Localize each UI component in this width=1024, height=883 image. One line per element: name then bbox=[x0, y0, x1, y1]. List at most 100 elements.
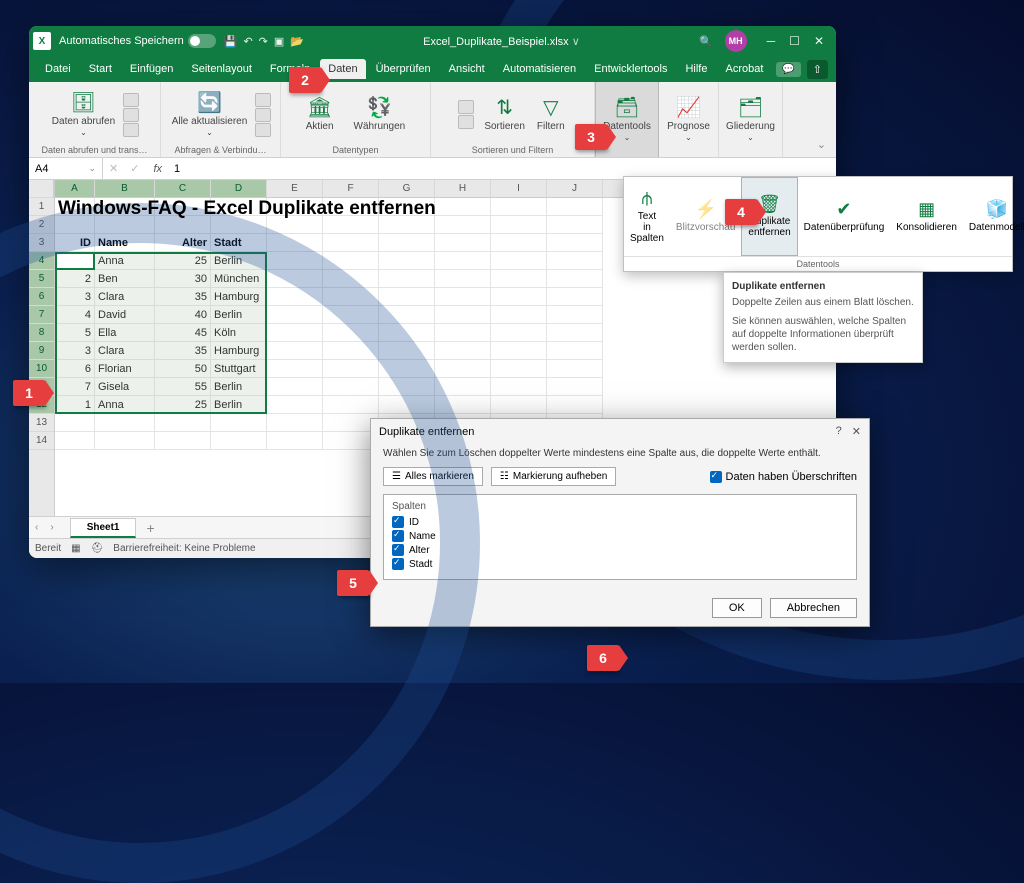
cell[interactable] bbox=[435, 324, 491, 342]
cell[interactable]: 40 bbox=[155, 306, 211, 324]
cell[interactable] bbox=[435, 252, 491, 270]
search-icon[interactable]: 🔍 bbox=[699, 35, 713, 48]
row-header[interactable]: 6 bbox=[29, 288, 54, 306]
col-header[interactable]: C bbox=[155, 180, 211, 197]
column-checkbox-item[interactable]: Name bbox=[392, 529, 848, 543]
user-avatar[interactable]: MH bbox=[725, 30, 747, 52]
cell[interactable]: Name bbox=[95, 234, 155, 252]
cell[interactable] bbox=[211, 432, 267, 450]
cell[interactable] bbox=[379, 432, 435, 450]
row-header[interactable]: 8 bbox=[29, 324, 54, 342]
cell[interactable] bbox=[323, 288, 379, 306]
row-header[interactable]: 12 bbox=[29, 396, 54, 414]
sort-za-icon[interactable] bbox=[458, 115, 474, 129]
mini-icon[interactable] bbox=[255, 123, 271, 137]
save-icon[interactable]: 💾 bbox=[224, 35, 238, 48]
row-header[interactable]: 1 bbox=[29, 198, 54, 216]
row-header[interactable]: 10 bbox=[29, 360, 54, 378]
cell[interactable]: 6 bbox=[55, 360, 95, 378]
datatools-item[interactable]: ✔Datenüberprüfung bbox=[798, 177, 891, 256]
cell[interactable]: 2 bbox=[55, 270, 95, 288]
cell[interactable] bbox=[435, 306, 491, 324]
accessibility-icon[interactable]: ⛑ bbox=[91, 543, 104, 554]
cell[interactable] bbox=[379, 324, 435, 342]
cell[interactable]: 25 bbox=[155, 396, 211, 414]
outline-button[interactable]: 🗂Gliederung⌄ bbox=[724, 95, 777, 145]
cell[interactable] bbox=[155, 432, 211, 450]
mini-icon[interactable] bbox=[255, 93, 271, 107]
cell[interactable] bbox=[491, 198, 547, 216]
touch-icon[interactable]: ▣ bbox=[274, 35, 284, 48]
cell[interactable]: David bbox=[95, 306, 155, 324]
row-header[interactable]: 5 bbox=[29, 270, 54, 288]
menu-tab-einfügen[interactable]: Einfügen bbox=[122, 59, 181, 79]
row-header[interactable]: 2 bbox=[29, 216, 54, 234]
menu-tab-datei[interactable]: Datei bbox=[37, 59, 79, 79]
cell[interactable]: Hamburg bbox=[211, 342, 267, 360]
cell[interactable] bbox=[323, 378, 379, 396]
cancel-fx-icon[interactable]: ✕ bbox=[103, 162, 124, 175]
cell[interactable]: 1 bbox=[55, 252, 95, 270]
cell[interactable] bbox=[267, 306, 323, 324]
ok-button[interactable]: OK bbox=[712, 598, 762, 618]
cell[interactable] bbox=[323, 252, 379, 270]
cell[interactable]: 3 bbox=[55, 288, 95, 306]
cell[interactable] bbox=[435, 360, 491, 378]
cell[interactable] bbox=[547, 252, 603, 270]
mini-icon[interactable] bbox=[255, 108, 271, 122]
cell[interactable]: Hamburg bbox=[211, 288, 267, 306]
cell[interactable]: 45 bbox=[155, 324, 211, 342]
datatools-item[interactable]: ▦Konsolidieren bbox=[890, 177, 963, 256]
cell[interactable]: 1 bbox=[55, 396, 95, 414]
col-header[interactable]: B bbox=[95, 180, 155, 197]
cell[interactable] bbox=[547, 234, 603, 252]
minimize-button[interactable]: ─ bbox=[767, 34, 776, 48]
refresh-all-button[interactable]: 🔄Alle aktualisieren⌄ bbox=[170, 90, 250, 140]
row-header[interactable]: 13 bbox=[29, 414, 54, 432]
comments-button[interactable]: 💬 bbox=[776, 62, 800, 77]
dialog-close-icon[interactable]: ✕ bbox=[852, 425, 861, 438]
menu-tab-ansicht[interactable]: Ansicht bbox=[441, 59, 493, 79]
cell[interactable] bbox=[547, 396, 603, 414]
cell[interactable] bbox=[323, 396, 379, 414]
cell[interactable] bbox=[323, 342, 379, 360]
column-checkbox-item[interactable]: Stadt bbox=[392, 557, 848, 571]
cell[interactable] bbox=[435, 198, 491, 216]
datatools-item[interactable]: 🧊Datenmodell bbox=[963, 177, 1024, 256]
menu-tab-acrobat[interactable]: Acrobat bbox=[717, 59, 771, 79]
cell[interactable] bbox=[435, 396, 491, 414]
close-button[interactable]: ✕ bbox=[814, 34, 824, 48]
cell[interactable]: Clara bbox=[95, 288, 155, 306]
mini-icon[interactable] bbox=[123, 93, 139, 107]
cell[interactable] bbox=[547, 270, 603, 288]
cell[interactable] bbox=[547, 360, 603, 378]
cell[interactable] bbox=[379, 270, 435, 288]
cell[interactable] bbox=[491, 252, 547, 270]
cell[interactable] bbox=[491, 234, 547, 252]
cell[interactable] bbox=[323, 414, 379, 432]
cell[interactable] bbox=[379, 360, 435, 378]
add-sheet-button[interactable]: + bbox=[136, 520, 164, 536]
cell[interactable] bbox=[267, 432, 323, 450]
cell[interactable]: ID bbox=[55, 234, 95, 252]
datatools-item[interactable]: ⫛Textin Spalten bbox=[624, 177, 670, 256]
cell[interactable]: Berlin bbox=[211, 252, 267, 270]
maximize-button[interactable]: ☐ bbox=[789, 34, 800, 48]
cell[interactable] bbox=[267, 324, 323, 342]
cell[interactable] bbox=[379, 252, 435, 270]
cell[interactable]: 55 bbox=[155, 378, 211, 396]
forecast-button[interactable]: 📈Prognose⌄ bbox=[665, 95, 712, 145]
cell[interactable]: Clara bbox=[95, 342, 155, 360]
cell[interactable] bbox=[491, 288, 547, 306]
row-header[interactable]: 4 bbox=[29, 252, 54, 270]
col-header[interactable]: E bbox=[267, 180, 323, 197]
enter-fx-icon[interactable]: ✓ bbox=[124, 162, 145, 175]
undo-icon[interactable]: ↶ bbox=[243, 35, 252, 48]
cell[interactable] bbox=[95, 432, 155, 450]
mini-icon[interactable] bbox=[123, 123, 139, 137]
cell[interactable] bbox=[491, 342, 547, 360]
cell[interactable] bbox=[55, 432, 95, 450]
cell[interactable]: Ben bbox=[95, 270, 155, 288]
sheet-tab[interactable]: Sheet1 bbox=[70, 518, 137, 538]
open-icon[interactable]: 📂 bbox=[290, 35, 304, 48]
